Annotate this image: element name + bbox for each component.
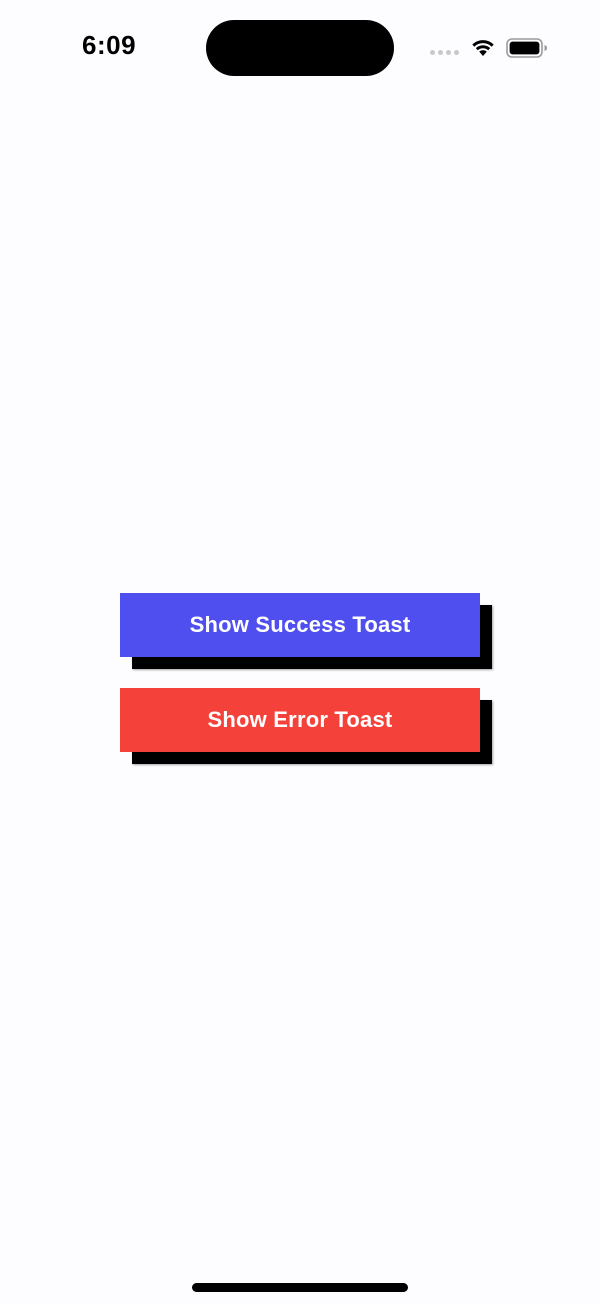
error-button-container: Show Error Toast [120,688,492,764]
home-indicator[interactable] [192,1283,408,1292]
dynamic-island [206,20,394,76]
status-bar: 6:09 [0,0,600,96]
show-success-toast-button[interactable]: Show Success Toast [120,593,480,657]
wifi-icon [472,40,494,56]
success-button-container: Show Success Toast [120,593,492,669]
show-error-toast-button[interactable]: Show Error Toast [120,688,480,752]
battery-icon [506,38,547,58]
status-time: 6:09 [82,30,137,60]
signal-dots-icon [430,50,460,56]
